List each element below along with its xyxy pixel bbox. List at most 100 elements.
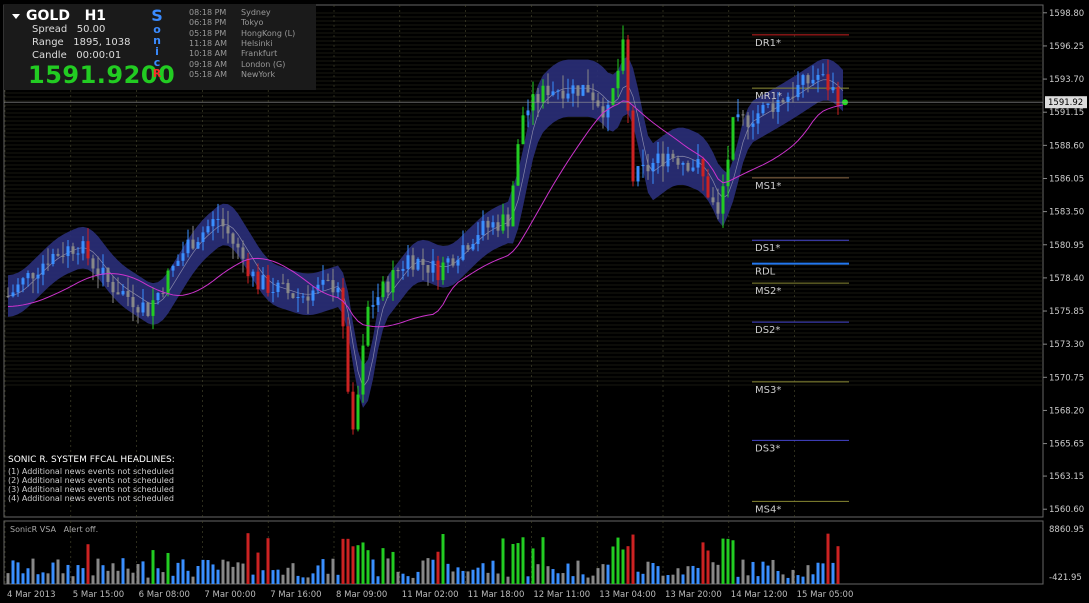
volume-bar [816, 562, 820, 584]
volume-bar [536, 564, 540, 584]
volume-bar [376, 576, 380, 584]
candle-body [776, 100, 780, 112]
candle-body [701, 159, 705, 177]
indicator-max-label: 8860.95 [1049, 525, 1084, 535]
candle-body [341, 287, 345, 327]
timezone-row: 06:18 PM Tokyo [189, 18, 263, 27]
chart-window[interactable]: DR1* MR1* MS1* DS1* RDL MS2* DS2* MS3* DS3* MS4* … [0, 0, 1089, 603]
volume-bar [606, 564, 610, 584]
volume-bar [736, 576, 740, 584]
volume-bar [581, 574, 585, 584]
volume-bar [331, 558, 335, 584]
volume-bar [71, 576, 75, 584]
candle-body [571, 85, 575, 94]
candle-body [276, 282, 280, 293]
volume-bar [766, 565, 770, 584]
candle-body [416, 258, 420, 270]
candle-body [816, 74, 820, 80]
candle-body [211, 219, 215, 227]
candle-body [201, 232, 205, 242]
symbol-title[interactable]: GOLD H1 [12, 8, 106, 24]
candle-body [41, 263, 45, 275]
price-axis-label: 1570.75 [1049, 373, 1084, 383]
volume-bar [166, 552, 170, 584]
candle-body [586, 84, 590, 93]
price-axis-label: 1598.80 [1049, 9, 1084, 19]
time-axis-label: 12 Mar 11:00 [533, 590, 590, 600]
price-chart[interactable]: DR1*MR1*MS1*DS1*RDLMS2*DS2*MS3*DS3*MS4* … [0, 0, 1089, 603]
candle-body [186, 239, 190, 254]
candle-body [551, 91, 555, 96]
volume-bar [26, 568, 30, 584]
pivot-label-ms2: MS2* [755, 286, 781, 297]
headline-item: (2) Additional news events not scheduled [8, 476, 174, 485]
candle-body [501, 214, 505, 231]
symbol-info-panel: GOLD H1 Spread 50.00 Range 1895, 1038 Ca… [4, 4, 316, 90]
volume-bar [756, 576, 760, 584]
volume-bar [836, 546, 840, 584]
volume-bar [66, 564, 70, 584]
headline-item: (3) Additional news events not scheduled [8, 485, 174, 494]
volume-bar [406, 576, 410, 584]
volume-bar [456, 567, 460, 584]
volume-bar [246, 533, 250, 584]
volume-bar [121, 558, 125, 584]
volume-bar [831, 562, 835, 584]
candle-body [511, 185, 515, 227]
volume-bar [591, 575, 595, 584]
candle-body [356, 394, 360, 430]
volume-bar [301, 577, 305, 584]
volume-bar [361, 542, 365, 584]
candle-body [126, 291, 130, 297]
candle-body [491, 222, 495, 228]
volume-bar [601, 564, 605, 584]
volume-bar [716, 564, 720, 584]
candle-body [576, 85, 580, 96]
volume-bar [671, 574, 675, 584]
candle-body [761, 104, 765, 114]
candle-body [706, 176, 710, 198]
volume-bar [296, 575, 300, 584]
timezone-time: 10:18 AM [189, 49, 227, 59]
volume-bar [6, 573, 10, 584]
candle-body [466, 245, 470, 250]
candle-body [221, 218, 225, 227]
candle-body [96, 268, 100, 275]
candle-body [496, 222, 500, 231]
volume-bar [216, 569, 220, 584]
candle-body [371, 305, 375, 307]
dropdown-triangle-icon[interactable] [12, 13, 20, 19]
candle-body [541, 85, 545, 103]
candle-body [116, 292, 120, 295]
volume-bar [431, 559, 435, 584]
volume-bar [566, 563, 570, 584]
price-axis-label: 1591.15 [1049, 108, 1084, 118]
volume-bar [206, 560, 210, 584]
timezone-city: NewYork [241, 69, 276, 79]
time-axis-label: 11 Mar 02:00 [402, 590, 459, 600]
candle-body [471, 244, 475, 250]
volume-bar [676, 568, 680, 584]
candle-body [461, 245, 465, 260]
timezone-row: 09:18 AM London (G) [189, 60, 285, 69]
volume-bar [181, 559, 185, 584]
volume-bar [81, 568, 85, 584]
volume-bar [691, 565, 695, 584]
candle-body [76, 253, 80, 255]
candle-body [256, 271, 260, 290]
candle-body [161, 292, 165, 294]
candle-body [526, 110, 530, 116]
candle-body [521, 115, 525, 145]
candle-body [241, 247, 245, 259]
candle-body [321, 279, 325, 285]
volume-bar [321, 559, 325, 584]
time-axis-label: 4 Mar 2013 [7, 590, 55, 600]
price-axis-label: 1563.15 [1049, 472, 1084, 482]
volume-bar [441, 534, 445, 584]
candle-body [421, 258, 425, 266]
candle-body [786, 96, 790, 103]
candle-body [166, 270, 170, 294]
volume-bar [271, 570, 275, 584]
candle-body [621, 39, 625, 71]
candle-body [681, 162, 685, 165]
